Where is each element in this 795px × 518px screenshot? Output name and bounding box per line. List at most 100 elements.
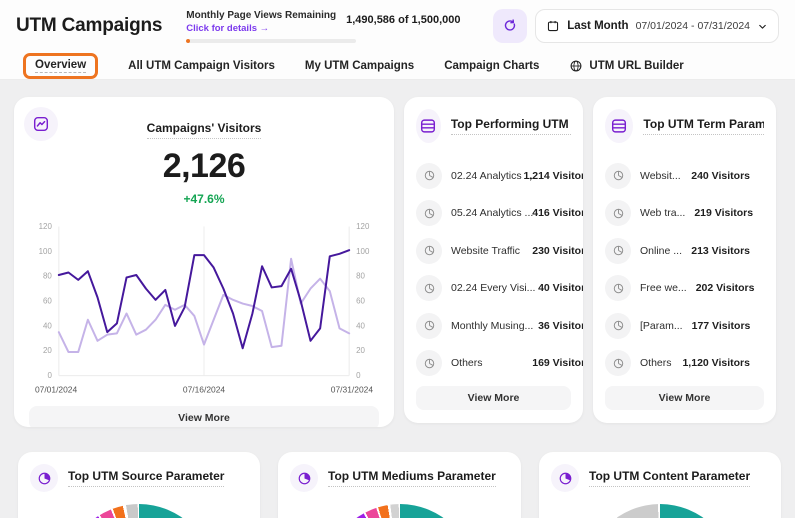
top-term-title: Top UTM Term Parameter: [643, 117, 764, 135]
trend-icon-bubble: [24, 107, 58, 141]
list-icon-bubble: [416, 109, 441, 143]
list-item: Monthly Musing... 36 Visitors: [416, 307, 571, 345]
date-preset-label: Last Month: [567, 20, 628, 32]
chevron-down-icon: [757, 21, 768, 32]
svg-text:07/01/2024: 07/01/2024: [35, 385, 78, 395]
top-content-title: Top UTM Content Parameter: [589, 469, 750, 487]
tab-utm-url-builder[interactable]: UTM URL Builder: [569, 59, 683, 73]
list-item: Websit... 240 Visitors: [605, 157, 764, 195]
svg-text:100: 100: [39, 247, 53, 256]
globe-icon: [569, 59, 583, 73]
svg-text:07/16/2024: 07/16/2024: [183, 385, 226, 395]
tab-my-utm-campaigns[interactable]: My UTM Campaigns: [305, 60, 414, 72]
top-campaigns-view-more-button[interactable]: View More: [416, 386, 571, 410]
svg-text:60: 60: [356, 297, 365, 306]
visitors-view-more-button[interactable]: View More: [29, 406, 379, 427]
utm-campaigns-dashboard: UTM Campaigns Monthly Page Views Remaini…: [0, 0, 795, 518]
page-views-progressbar: [186, 39, 356, 43]
list-item: 02.24 Every Visi... 40 Visitors: [416, 270, 571, 308]
source-donut-chart: [64, 504, 214, 518]
svg-text:100: 100: [356, 247, 370, 256]
page-views-label: Monthly Page Views Remaining: [186, 10, 336, 21]
dashboard-content: Campaigns' Visitors 2,126 +47.6% 0 0 20 20 4…: [0, 80, 795, 518]
svg-text:0: 0: [356, 371, 361, 380]
top-source-card: Top UTM Source Parameter: [18, 452, 260, 518]
top-campaigns-card: Top Performing UTM Camp... 02.24 Analyti…: [404, 97, 583, 423]
list-item: Free we... 202 Visitors: [605, 270, 764, 308]
content-donut-chart: [585, 504, 735, 518]
visitors-total: 2,126: [29, 147, 379, 186]
calendar-icon: [546, 19, 560, 33]
pie-icon-bubble: [290, 464, 318, 492]
pie-glyph-icon: [612, 169, 625, 182]
list-item: Web tra... 219 Visitors: [605, 195, 764, 233]
page-views-details-link[interactable]: Click for details →: [186, 23, 336, 34]
svg-text:80: 80: [356, 272, 365, 281]
refresh-icon: [502, 18, 518, 34]
pie-icon-bubble: [30, 464, 58, 492]
database-list-icon: [610, 117, 628, 135]
svg-text:40: 40: [356, 321, 365, 330]
pie-glyph-icon: [423, 319, 436, 332]
page-views-meter: Monthly Page Views Remaining Click for d…: [186, 10, 358, 43]
list-icon-bubble: [605, 109, 633, 143]
campaigns-visitors-card: Campaigns' Visitors 2,126 +47.6% 0 0 20 20 4…: [14, 97, 394, 427]
svg-text:60: 60: [43, 297, 52, 306]
tab-all-utm-campaign-visitors[interactable]: All UTM Campaign Visitors: [128, 60, 275, 72]
date-range-value: 07/01/2024 - 07/31/2024: [636, 20, 750, 32]
svg-text:80: 80: [43, 272, 52, 281]
pie-glyph-icon: [612, 357, 625, 370]
top-source-title: Top UTM Source Parameter: [68, 469, 224, 487]
pie-icon-bubble: [551, 464, 579, 492]
refresh-button[interactable]: [493, 9, 527, 43]
list-item: Others 1,120 Visitors: [605, 345, 764, 383]
pie-glyph-icon: [423, 282, 436, 295]
svg-text:20: 20: [43, 346, 52, 355]
svg-text:20: 20: [356, 346, 365, 355]
visitors-line-chart: 0 0 20 20 40 40 60 60 80 80 100 100 120 120 07/01/2024…: [29, 216, 379, 402]
page-views-usage: 1,490,586 of 1,500,000: [346, 14, 460, 26]
list-item: 05.24 Analytics ... 416 Visitors: [416, 195, 571, 233]
pie-glyph-icon: [423, 357, 436, 370]
svg-text:07/31/2024: 07/31/2024: [331, 385, 374, 395]
date-range-picker[interactable]: Last Month 07/01/2024 - 07/31/2024: [535, 9, 779, 43]
pie-glyph-icon: [423, 244, 436, 257]
svg-text:40: 40: [43, 321, 52, 330]
top-content-card: Top UTM Content Parameter: [539, 452, 781, 518]
svg-text:120: 120: [39, 222, 53, 231]
list-item: 02.24 Analytics ... 1,214 Visitors: [416, 157, 571, 195]
list-item: Website Traffic 230 Visitors: [416, 232, 571, 270]
top-term-list: Websit... 240 Visitors Web tra... 219 Vi…: [605, 157, 764, 382]
mediums-donut-chart: [325, 504, 475, 518]
pie-glyph-icon: [612, 319, 625, 332]
list-item: [Param... 177 Visitors: [605, 307, 764, 345]
svg-text:120: 120: [356, 222, 370, 231]
svg-text:0: 0: [47, 371, 52, 380]
top-campaigns-list: 02.24 Analytics ... 1,214 Visitors 05.24…: [416, 157, 571, 382]
top-campaigns-title: Top Performing UTM Camp...: [451, 117, 571, 135]
pie-glyph-icon: [612, 207, 625, 220]
pie-glyph-icon: [612, 244, 625, 257]
pie-chart-icon: [558, 471, 573, 486]
tab-campaign-charts[interactable]: Campaign Charts: [444, 60, 539, 72]
database-list-icon: [419, 117, 437, 135]
pie-glyph-icon: [423, 207, 436, 220]
visitors-change-badge: +47.6%: [29, 192, 379, 206]
visitors-card-title: Campaigns' Visitors: [147, 121, 262, 139]
list-item: Online ... 213 Visitors: [605, 232, 764, 270]
header: UTM Campaigns Monthly Page Views Remaini…: [0, 0, 795, 80]
page-views-progress-fill: [186, 39, 189, 43]
pie-glyph-icon: [423, 169, 436, 182]
top-term-card: Top UTM Term Parameter Websit... 240 Vis…: [593, 97, 776, 423]
trend-chart-icon: [32, 115, 50, 133]
top-mediums-title: Top UTM Mediums Parameter: [328, 469, 496, 487]
list-item: Others 169 Visitors: [416, 345, 571, 383]
tab-overview[interactable]: Overview: [23, 53, 98, 79]
page-title: UTM Campaigns: [16, 15, 162, 37]
top-term-view-more-button[interactable]: View More: [605, 386, 764, 410]
top-mediums-card: Top UTM Mediums Parameter: [278, 452, 521, 518]
pie-chart-icon: [37, 471, 52, 486]
tab-bar: Overview All UTM Campaign Visitors My UT…: [16, 52, 779, 79]
pie-chart-icon: [297, 471, 312, 486]
pie-glyph-icon: [612, 282, 625, 295]
